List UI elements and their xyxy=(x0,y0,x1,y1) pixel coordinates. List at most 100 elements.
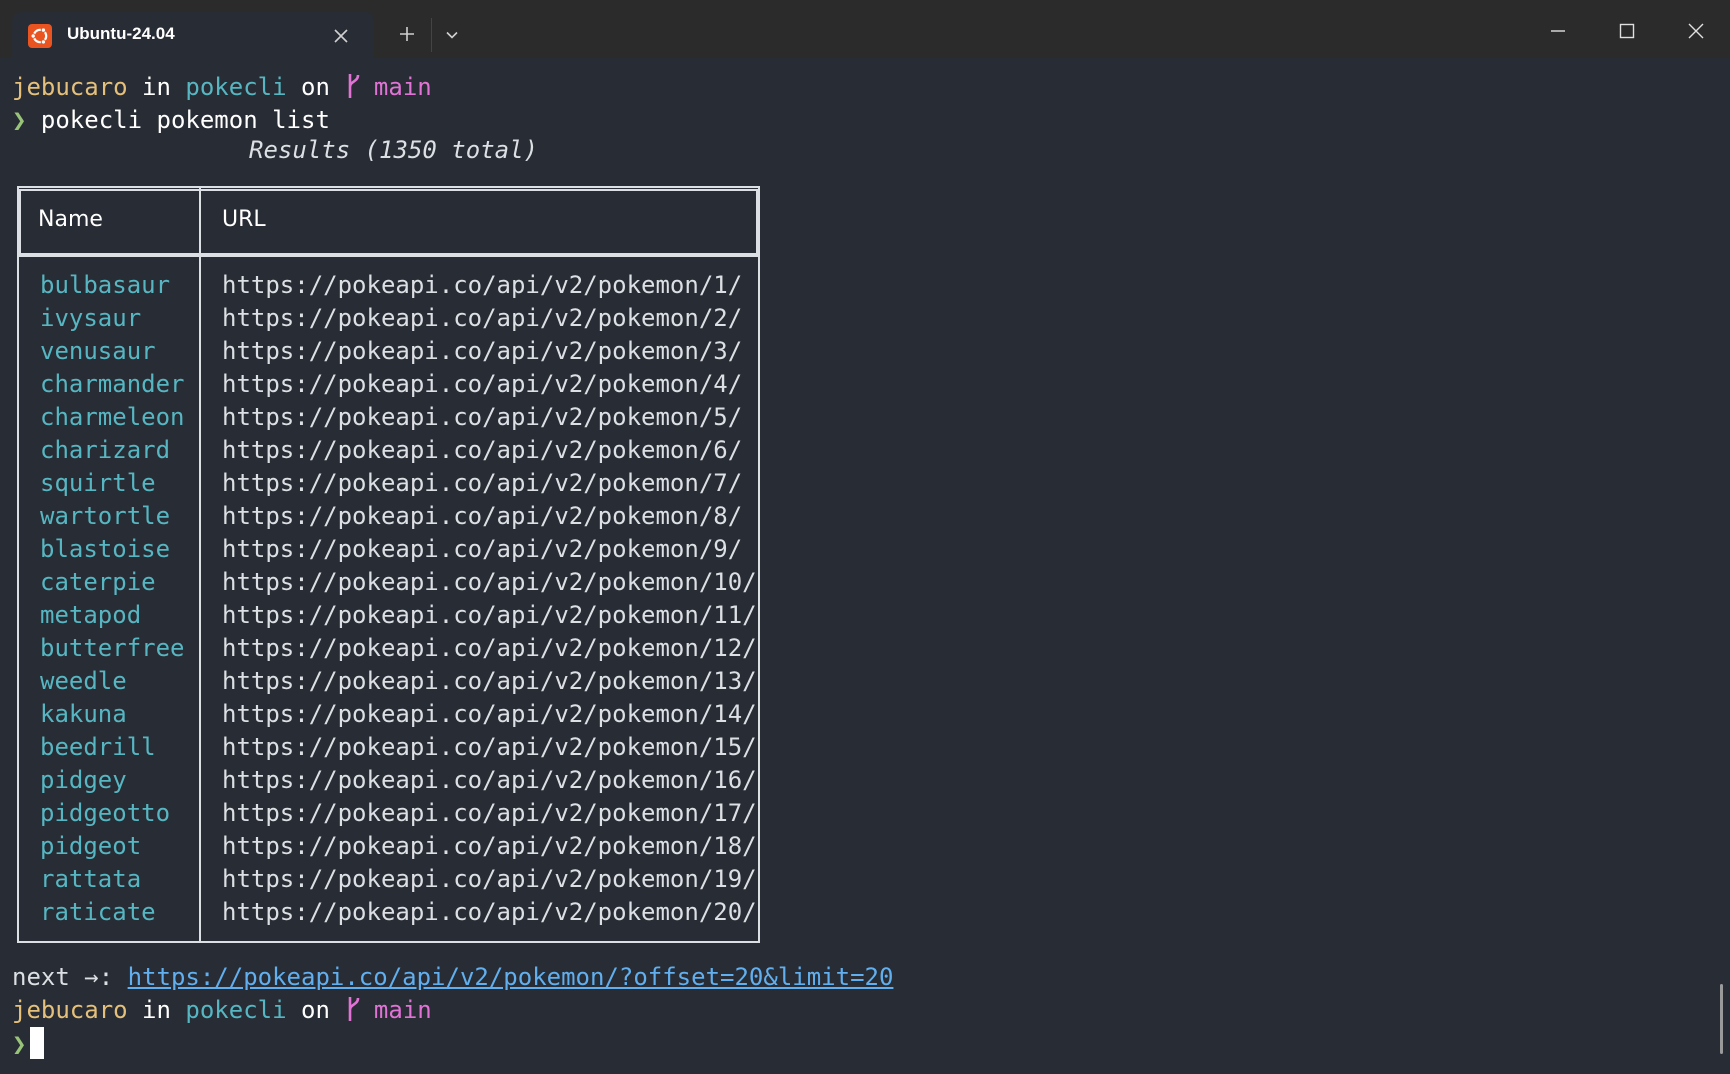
prompt-on: on xyxy=(301,73,330,101)
prompt-directory: pokecli xyxy=(185,996,287,1024)
pokemon-url[interactable]: https://pokeapi.co/api/v2/pokemon/6/ xyxy=(222,434,742,467)
terminal-content[interactable]: jebucaro in pokecli on main ❯ pokecli pok… xyxy=(0,58,1730,1074)
table-header-separator xyxy=(17,255,760,257)
next-page-link[interactable]: https://pokeapi.co/api/v2/pokemon/?offse… xyxy=(128,963,894,991)
table-header-box xyxy=(19,189,758,255)
table-row: charmeleon https://pokeapi.co/api/v2/poke… xyxy=(19,401,759,434)
table-row: pidgeot https://pokeapi.co/api/v2/pokemon… xyxy=(19,830,759,863)
table-row: beedrill https://pokeapi.co/api/v2/pokemo… xyxy=(19,731,759,764)
git-branch-icon xyxy=(344,72,364,100)
table-row: charizard https://pokeapi.co/api/v2/pokem… xyxy=(19,434,759,467)
pokemon-name: venusaur xyxy=(40,337,156,365)
pokemon-name: rattata xyxy=(40,865,142,893)
title-bar: Ubuntu-24.04 xyxy=(0,0,1730,58)
pokemon-name: bulbasaur xyxy=(40,271,171,299)
ubuntu-logo-icon xyxy=(28,24,52,48)
pokemon-url[interactable]: https://pokeapi.co/api/v2/pokemon/8/ xyxy=(222,500,742,533)
prompt-chevron: ❯ xyxy=(12,106,27,134)
pokemon-name: metapod xyxy=(40,601,142,629)
titlebar-divider xyxy=(431,18,432,52)
prompt-in: in xyxy=(142,73,171,101)
pokemon-url[interactable]: https://pokeapi.co/api/v2/pokemon/4/ xyxy=(222,368,742,401)
pokemon-url[interactable]: https://pokeapi.co/api/v2/pokemon/1/ xyxy=(222,269,742,302)
input-line[interactable]: ❯ xyxy=(12,1027,45,1061)
table-row: butterfree https://pokeapi.co/api/v2/poke… xyxy=(19,632,759,665)
pokemon-name: pidgey xyxy=(40,766,127,794)
minimize-icon[interactable] xyxy=(1548,21,1568,41)
prompt-user: jebucaro xyxy=(12,996,128,1024)
pokemon-url[interactable]: https://pokeapi.co/api/v2/pokemon/12/ xyxy=(222,632,757,665)
pokemon-name: wartortle xyxy=(40,502,171,530)
next-page-line: next →: https://pokeapi.co/api/v2/pokemo… xyxy=(12,961,893,994)
new-tab-plus-icon[interactable] xyxy=(397,24,417,44)
table-row: wartortle https://pokeapi.co/api/v2/pokem… xyxy=(19,500,759,533)
scrollbar-thumb[interactable] xyxy=(1720,984,1723,1054)
tab-ubuntu[interactable]: Ubuntu-24.04 xyxy=(12,12,374,58)
pokemon-url[interactable]: https://pokeapi.co/api/v2/pokemon/15/ xyxy=(222,731,757,764)
pokemon-url[interactable]: https://pokeapi.co/api/v2/pokemon/14/ xyxy=(222,698,757,731)
table-row: weedle https://pokeapi.co/api/v2/pokemon/… xyxy=(19,665,759,698)
table-row: kakuna https://pokeapi.co/api/v2/pokemon/… xyxy=(19,698,759,731)
pokemon-name: charmeleon xyxy=(40,403,185,431)
column-header-url: URL xyxy=(222,207,266,232)
table-row: raticate https://pokeapi.co/api/v2/pokemo… xyxy=(19,896,759,929)
pokemon-url[interactable]: https://pokeapi.co/api/v2/pokemon/10/ xyxy=(222,566,757,599)
pokemon-name: ivysaur xyxy=(40,304,142,332)
prompt-chevron: ❯ xyxy=(12,1030,27,1058)
table-row: pidgeotto https://pokeapi.co/api/v2/pokem… xyxy=(19,797,759,830)
pokemon-name: butterfree xyxy=(40,634,185,662)
command-line: ❯ pokecli pokemon list xyxy=(12,104,330,137)
table-row: pidgey https://pokeapi.co/api/v2/pokemon/… xyxy=(19,764,759,797)
close-window-icon[interactable] xyxy=(1686,21,1706,41)
command-text: pokecli pokemon list xyxy=(40,106,330,134)
prompt-line: jebucaro in pokecli on main xyxy=(12,994,432,1027)
table-row: metapod https://pokeapi.co/api/v2/pokemon… xyxy=(19,599,759,632)
column-header-name: Name xyxy=(38,207,103,232)
next-label: next →: xyxy=(12,963,114,991)
pokemon-url[interactable]: https://pokeapi.co/api/v2/pokemon/17/ xyxy=(222,797,757,830)
pokemon-url[interactable]: https://pokeapi.co/api/v2/pokemon/9/ xyxy=(222,533,742,566)
pokemon-name: weedle xyxy=(40,667,127,695)
pokemon-url[interactable]: https://pokeapi.co/api/v2/pokemon/20/ xyxy=(222,896,757,929)
pokemon-name: pidgeot xyxy=(40,832,142,860)
table-row: bulbasaur https://pokeapi.co/api/v2/pokem… xyxy=(19,269,759,302)
pokemon-url[interactable]: https://pokeapi.co/api/v2/pokemon/3/ xyxy=(222,335,742,368)
maximize-icon[interactable] xyxy=(1617,21,1637,41)
pokemon-name: pidgeotto xyxy=(40,799,171,827)
prompt-in: in xyxy=(142,996,171,1024)
table-row: blastoise https://pokeapi.co/api/v2/pokem… xyxy=(19,533,759,566)
pokemon-name: squirtle xyxy=(40,469,156,497)
prompt-branch: main xyxy=(373,73,432,101)
pokemon-name: charmander xyxy=(40,370,185,398)
pokemon-url[interactable]: https://pokeapi.co/api/v2/pokemon/19/ xyxy=(222,863,757,896)
table-row: charmander https://pokeapi.co/api/v2/poke… xyxy=(19,368,759,401)
pokemon-name: kakuna xyxy=(40,700,127,728)
pokemon-url[interactable]: https://pokeapi.co/api/v2/pokemon/13/ xyxy=(222,665,757,698)
text-cursor xyxy=(30,1027,45,1059)
pokemon-name: caterpie xyxy=(40,568,156,596)
prompt-line: jebucaro in pokecli on main xyxy=(12,71,432,104)
prompt-user: jebucaro xyxy=(12,73,128,101)
pokemon-url[interactable]: https://pokeapi.co/api/v2/pokemon/2/ xyxy=(222,302,742,335)
pokemon-name: charizard xyxy=(40,436,171,464)
chevron-down-icon[interactable] xyxy=(443,26,461,44)
table-row: squirtle https://pokeapi.co/api/v2/pokemo… xyxy=(19,467,759,500)
pokemon-name: beedrill xyxy=(40,733,156,761)
pokemon-url[interactable]: https://pokeapi.co/api/v2/pokemon/16/ xyxy=(222,764,757,797)
pokemon-url[interactable]: https://pokeapi.co/api/v2/pokemon/5/ xyxy=(222,401,742,434)
prompt-branch: main xyxy=(373,996,432,1024)
pokemon-name: raticate xyxy=(40,898,156,926)
pokemon-name: blastoise xyxy=(40,535,171,563)
pokemon-url[interactable]: https://pokeapi.co/api/v2/pokemon/7/ xyxy=(222,467,742,500)
table-title: Results (1350 total) xyxy=(249,136,538,164)
prompt-on: on xyxy=(301,996,330,1024)
table-row: venusaur https://pokeapi.co/api/v2/pokemo… xyxy=(19,335,759,368)
table-row: caterpie https://pokeapi.co/api/v2/pokemo… xyxy=(19,566,759,599)
pokemon-url[interactable]: https://pokeapi.co/api/v2/pokemon/11/ xyxy=(222,599,757,632)
pokemon-url[interactable]: https://pokeapi.co/api/v2/pokemon/18/ xyxy=(222,830,757,863)
close-tab-icon[interactable] xyxy=(331,26,351,46)
tab-title: Ubuntu-24.04 xyxy=(67,24,175,43)
table-row: ivysaur https://pokeapi.co/api/v2/pokemon… xyxy=(19,302,759,335)
table-row: rattata https://pokeapi.co/api/v2/pokemon… xyxy=(19,863,759,896)
git-branch-icon xyxy=(344,995,364,1023)
